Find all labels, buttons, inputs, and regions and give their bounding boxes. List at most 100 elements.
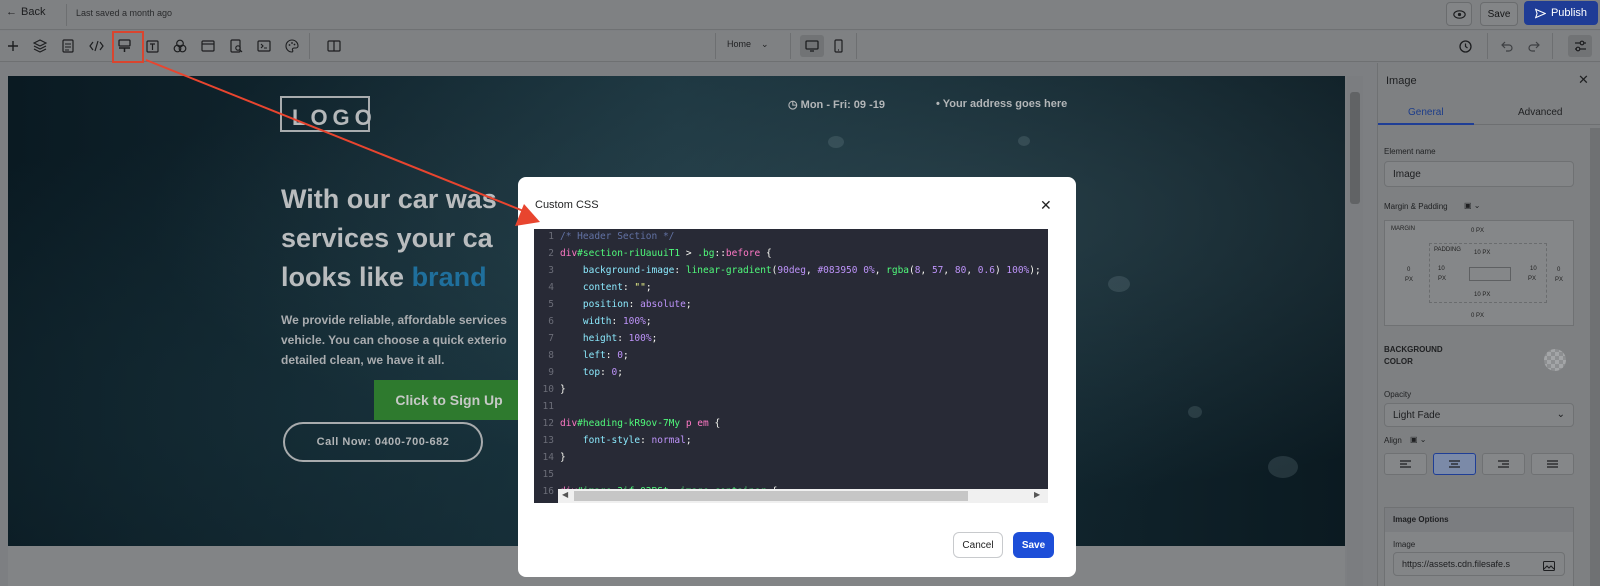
text-button[interactable]	[142, 36, 162, 56]
margin-top-value[interactable]: 0 PX	[1471, 228, 1484, 234]
preview-button[interactable]	[1446, 2, 1472, 26]
margin-right-value[interactable]: 0	[1557, 267, 1560, 273]
layers-button[interactable]	[30, 36, 50, 56]
align-right-button[interactable]	[1482, 453, 1525, 475]
opacity-select[interactable]: Light Fade ⌄	[1384, 403, 1574, 427]
close-icon[interactable]: ✕	[1578, 72, 1589, 88]
code-text: top: 0;	[582, 367, 623, 378]
tab-general[interactable]: General	[1408, 107, 1444, 118]
save-button[interactable]: Save	[1480, 2, 1518, 26]
code-icon	[88, 40, 104, 52]
code-text: width: 100%;	[582, 316, 652, 327]
canvas-scrollbar-thumb[interactable]	[1350, 92, 1360, 204]
dialog-title: Custom CSS	[535, 199, 599, 211]
call-now-button[interactable]: Call Now: 0400-700-682	[283, 422, 483, 462]
divider	[1552, 33, 1553, 59]
redo-icon	[1528, 41, 1540, 52]
pages-button[interactable]	[58, 36, 78, 56]
px-unit: PX	[1555, 277, 1564, 283]
last-saved-status: Last saved a month ago	[76, 8, 173, 18]
text-icon	[145, 39, 159, 53]
align-center-icon	[1449, 460, 1460, 468]
padding-top-value[interactable]: 10 PX	[1474, 250, 1490, 256]
background-color-label-line2: COLOR	[1384, 357, 1413, 366]
history-button[interactable]	[1455, 36, 1475, 56]
desktop-icon: ▣ ⌄	[1410, 435, 1427, 444]
box-model-editor[interactable]: MARGIN 0 PX 0 PX 0 PX 0 PX PADDING 10 PX…	[1384, 220, 1574, 326]
arrow-left-icon: ←	[6, 6, 17, 18]
margin-bottom-value[interactable]: 0 PX	[1471, 313, 1484, 319]
settings-panel: Image ✕ General Advanced Element name Im…	[1377, 63, 1600, 586]
px-unit: PX	[1438, 276, 1447, 282]
code-text: div#heading-kR9ov-7My p em {	[560, 418, 721, 429]
opacity-value: Light Fade	[1393, 410, 1441, 421]
scroll-left-icon[interactable]: ◀	[562, 490, 568, 499]
align-left-button[interactable]	[1384, 453, 1427, 475]
layers-icon	[33, 39, 47, 53]
undo-button[interactable]	[1497, 36, 1517, 56]
divider	[790, 33, 791, 59]
align-center-button[interactable]	[1433, 453, 1476, 475]
code-text: /* Header Section */	[560, 231, 675, 242]
redo-button[interactable]	[1524, 36, 1544, 56]
plus-icon	[8, 41, 18, 51]
back-button[interactable]: ← Back	[6, 6, 45, 18]
panel-scrollbar[interactable]	[1590, 128, 1600, 586]
element-name-label: Element name	[1384, 147, 1436, 156]
editor-horizontal-scrollbar[interactable]: ◀ ▶	[558, 489, 1048, 503]
desktop-view-button[interactable]	[800, 35, 824, 57]
divider	[309, 33, 310, 59]
margin-padding-label: Margin & Padding	[1384, 202, 1448, 211]
image-url-input[interactable]: https://assets.cdn.filesafe.s	[1393, 552, 1565, 576]
mobile-view-button[interactable]	[828, 36, 848, 56]
settings-panel-button[interactable]	[1568, 35, 1592, 57]
palette-icon	[285, 39, 299, 53]
blocks-button[interactable]	[170, 36, 190, 56]
popup-button[interactable]	[198, 36, 218, 56]
code-button[interactable]	[86, 36, 106, 56]
opacity-label: Opacity	[1384, 390, 1412, 399]
margin-left-value[interactable]: 0	[1407, 267, 1410, 273]
add-element-button[interactable]	[3, 36, 23, 56]
divider	[66, 4, 67, 26]
align-right-icon	[1498, 460, 1509, 468]
code-text: content: "";	[582, 282, 652, 293]
theme-button[interactable]	[282, 36, 302, 56]
tracking-code-button[interactable]	[254, 36, 274, 56]
business-hours: ◷ Mon - Fri: 09 -19	[788, 98, 885, 111]
signup-button[interactable]: Click to Sign Up	[374, 380, 524, 420]
decoration	[1188, 406, 1202, 418]
image-options-header[interactable]: Image Options	[1385, 508, 1573, 532]
cancel-button[interactable]: Cancel	[953, 532, 1003, 558]
logo[interactable]: LOGO	[280, 96, 372, 132]
code-text: }	[560, 452, 566, 463]
hero-headline[interactable]: With our car was services your ca looks …	[281, 180, 541, 297]
align-justify-icon	[1547, 460, 1558, 468]
align-justify-button[interactable]	[1531, 453, 1574, 475]
align-buttons	[1384, 453, 1574, 475]
scroll-right-icon[interactable]: ▶	[1034, 490, 1040, 499]
page-select[interactable]: Home ⌄	[727, 39, 769, 50]
tab-advanced[interactable]: Advanced	[1518, 107, 1562, 118]
background-color-swatch[interactable]	[1544, 349, 1566, 371]
document-icon	[62, 39, 74, 53]
headline-brand: brand	[411, 262, 487, 292]
save-button[interactable]: Save	[1013, 532, 1054, 558]
element-name-input[interactable]: Image	[1384, 161, 1574, 187]
close-icon[interactable]: ✕	[1040, 197, 1052, 214]
send-icon	[1534, 8, 1546, 18]
headline-line-1: With our car was	[281, 184, 497, 214]
split-view-button[interactable]	[324, 36, 344, 56]
editor-hscroll-thumb[interactable]	[574, 491, 968, 501]
padding-right-value[interactable]: 10	[1530, 266, 1537, 272]
code-text: background-image: linear-gradient(90deg,…	[582, 265, 1041, 276]
seo-button[interactable]	[226, 36, 246, 56]
padding-left-value[interactable]: 10	[1438, 266, 1445, 272]
publish-button[interactable]: Publish	[1524, 1, 1598, 25]
hero-paragraph[interactable]: We provide reliable, affordable services…	[281, 310, 521, 370]
padding-bottom-value[interactable]: 10 PX	[1474, 292, 1490, 298]
css-code-editor[interactable]: 1/* Header Section */ 2 div#section-riUau…	[534, 229, 1048, 503]
image-picker-icon[interactable]	[1543, 558, 1555, 576]
sliders-icon	[1574, 40, 1586, 52]
panel-title: Image	[1386, 75, 1417, 87]
